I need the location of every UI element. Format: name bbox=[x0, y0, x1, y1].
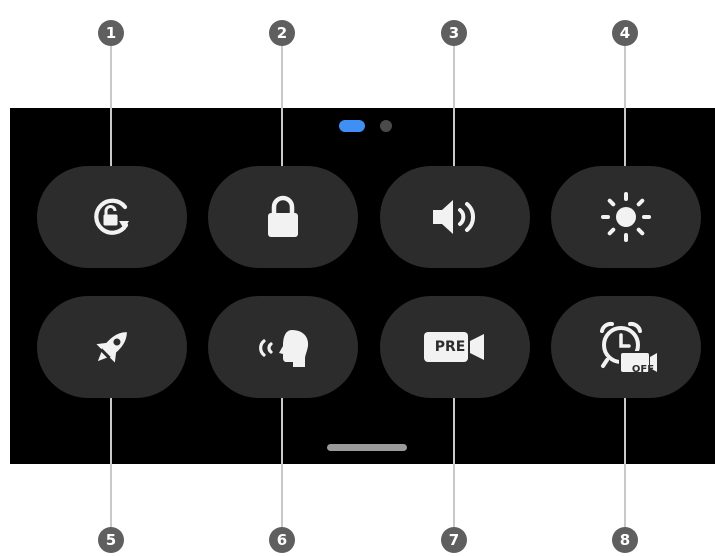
pre-label: PRE bbox=[434, 339, 466, 355]
page-indicator-active[interactable] bbox=[339, 120, 365, 132]
auto-rotate-toggle[interactable] bbox=[37, 166, 187, 268]
page-indicator-inactive[interactable] bbox=[380, 120, 392, 132]
callout-7: 7 bbox=[441, 527, 467, 553]
off-label: OFF bbox=[631, 364, 655, 375]
lock-icon bbox=[263, 193, 303, 241]
callout-8: 8 bbox=[612, 527, 638, 553]
home-indicator-bar[interactable] bbox=[327, 444, 407, 451]
callout-6: 6 bbox=[269, 527, 295, 553]
leader-line-6 bbox=[281, 398, 283, 540]
callout-2: 2 bbox=[269, 20, 295, 46]
brightness-button[interactable] bbox=[551, 166, 701, 268]
callout-1: 1 bbox=[98, 20, 124, 46]
callout-4: 4 bbox=[612, 20, 638, 46]
volume-button[interactable] bbox=[380, 166, 530, 268]
leader-line-5 bbox=[110, 398, 112, 540]
volume-icon bbox=[429, 195, 481, 239]
leader-line-2 bbox=[281, 34, 283, 166]
callout-5: 5 bbox=[98, 527, 124, 553]
auto-rotate-icon bbox=[88, 193, 136, 241]
voice-icon bbox=[252, 324, 314, 370]
brightness-icon bbox=[600, 191, 652, 243]
leader-line-8 bbox=[624, 398, 626, 540]
voice-control-button[interactable] bbox=[208, 296, 358, 398]
alarm-off-button[interactable]: OFF bbox=[551, 296, 701, 398]
game-booster-button[interactable] bbox=[37, 296, 187, 398]
quick-control-panel bbox=[10, 108, 715, 464]
rocket-icon bbox=[88, 323, 136, 371]
leader-line-3 bbox=[453, 34, 455, 166]
pre-record-button[interactable]: PRE bbox=[380, 296, 530, 398]
leader-line-4 bbox=[624, 34, 626, 166]
callout-3: 3 bbox=[441, 20, 467, 46]
leader-line-1 bbox=[110, 34, 112, 166]
leader-line-7 bbox=[453, 398, 455, 540]
screen-lock-toggle[interactable] bbox=[208, 166, 358, 268]
